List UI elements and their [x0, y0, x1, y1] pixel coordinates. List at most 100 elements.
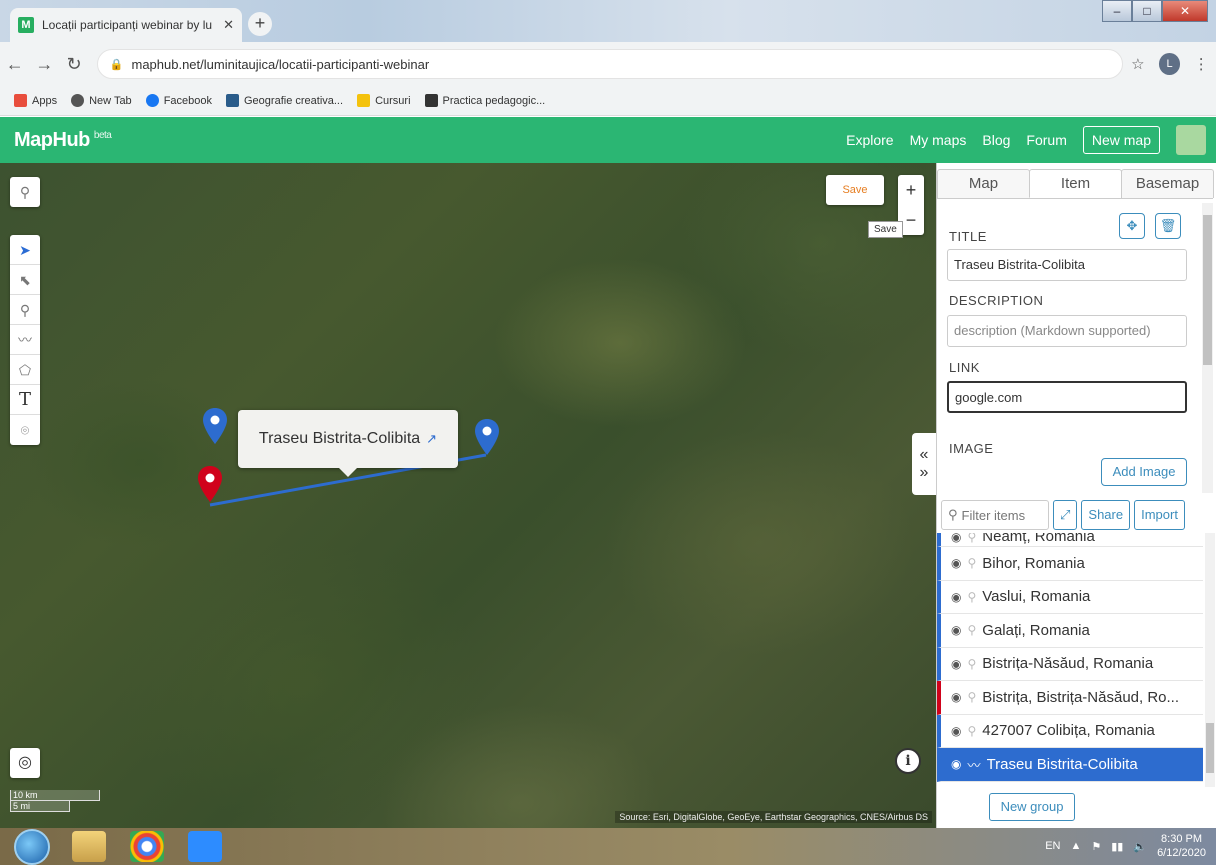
save-button[interactable]: Save — [826, 175, 884, 205]
globe-icon — [71, 94, 85, 107]
camera-tool-icon[interactable]: ⌾ — [10, 415, 40, 445]
tab-map[interactable]: Map — [937, 169, 1030, 198]
eye-icon[interactable]: ◉ — [951, 657, 961, 671]
form-scrollbar[interactable] — [1202, 203, 1213, 493]
list-item[interactable]: ◉ ⚲ Bihor, Romania — [937, 547, 1203, 581]
eye-icon[interactable]: ◉ — [951, 623, 961, 637]
side-panel: Map Item Basemap ✥ 🗑 TITLE Traseu Bistri… — [936, 163, 1216, 828]
feature-popup[interactable]: Traseu Bistrita-Colibita ↗ — [238, 410, 458, 477]
maximize-button[interactable]: □ — [1132, 0, 1162, 22]
file-explorer-icon[interactable] — [72, 831, 106, 862]
eye-icon[interactable]: ◉ — [951, 556, 961, 570]
line-tool-icon[interactable]: 〰 — [10, 325, 40, 355]
new-group-button[interactable]: New group — [989, 793, 1075, 821]
bookmark-practica[interactable]: Practica pedagogic... — [424, 94, 545, 107]
language-indicator[interactable]: EN — [1045, 840, 1060, 852]
tab-item[interactable]: Item — [1029, 169, 1122, 198]
bookmark-cursuri[interactable]: Cursuri — [357, 94, 411, 107]
share-button[interactable]: Share — [1081, 500, 1131, 530]
list-item[interactable]: ◉ ⚲ Galați, Romania — [937, 614, 1203, 648]
locate-button[interactable]: ◎ — [10, 748, 40, 778]
list-item[interactable]: ◉ ⚲ 427007 Colibița, Romania — [937, 714, 1203, 748]
zoom-in-button[interactable]: + — [898, 175, 924, 205]
marker-pin-red-icon[interactable] — [197, 466, 223, 502]
external-link-icon[interactable]: ↗ — [426, 431, 437, 447]
system-tray: EN ▲ ⚑ ▮▮ 🔈 8:30 PM 6/12/2020 — [1045, 832, 1206, 860]
new-map-button[interactable]: New map — [1082, 126, 1160, 154]
description-field[interactable]: description (Markdown supported) — [947, 315, 1187, 347]
tray-arrow-icon[interactable]: ▲ — [1070, 840, 1081, 852]
move-button[interactable]: ✥ — [1119, 213, 1145, 239]
lock-icon: 🔒 — [109, 58, 124, 71]
flag-icon[interactable]: ⚑ — [1091, 840, 1101, 853]
user-avatar[interactable] — [1176, 125, 1206, 155]
filter-input[interactable]: ⚲ Filter items — [941, 500, 1049, 530]
delete-button[interactable]: 🗑 — [1155, 213, 1181, 239]
eye-icon[interactable]: ◉ — [951, 757, 961, 771]
expand-button[interactable]: ⤢ — [1053, 500, 1078, 530]
zoom-app-icon[interactable] — [188, 831, 222, 862]
select-box-icon[interactable]: ⬉ — [10, 265, 40, 295]
pin-icon: ⚲ — [967, 556, 977, 571]
eye-icon[interactable]: ◉ — [951, 533, 961, 544]
info-button[interactable]: i — [895, 748, 921, 774]
bookmark-apps[interactable]: Apps — [14, 94, 57, 107]
link-field[interactable]: google.com — [947, 381, 1187, 413]
list-item-selected[interactable]: ◉ 〰 Traseu Bistrita-Colibita — [937, 748, 1203, 782]
back-icon[interactable]: ← — [0, 54, 30, 75]
items-scrollbar[interactable] — [1205, 533, 1215, 787]
eye-icon[interactable]: ◉ — [951, 724, 961, 738]
marker-tool-icon[interactable]: ⚲ — [10, 295, 40, 325]
profile-avatar[interactable]: L — [1158, 53, 1181, 75]
search-icon[interactable]: ⚲ — [10, 177, 40, 207]
nav-explore[interactable]: Explore — [846, 132, 893, 148]
browser-tab[interactable]: M Locații participanți webinar by lu ✕ — [10, 8, 242, 42]
eye-icon[interactable]: ◉ — [951, 690, 961, 704]
form-scrollbar-thumb[interactable] — [1203, 215, 1212, 365]
maphub-logo[interactable]: MapHub beta — [14, 129, 112, 152]
bookmark-geografie[interactable]: Geografie creativa... — [226, 94, 343, 107]
collapse-left-icon[interactable]: « — [920, 446, 929, 464]
close-tab-icon[interactable]: ✕ — [223, 17, 234, 33]
map-canvas[interactable]: ⚲ ➤ ⬉ ⚲ 〰 ⬠ T ⌾ Save + − Save Traseu Bis… — [0, 163, 936, 828]
text-tool-icon[interactable]: T — [10, 385, 40, 415]
eye-icon[interactable]: ◉ — [951, 590, 961, 604]
title-label: TITLE — [949, 229, 987, 244]
close-window-button[interactable]: ✕ — [1162, 0, 1208, 22]
bookmark-facebook[interactable]: Facebook — [145, 94, 212, 107]
trash-icon: 🗑 — [1159, 218, 1177, 233]
reload-icon[interactable]: ↻ — [59, 54, 89, 75]
minimize-button[interactable]: – — [1102, 0, 1132, 22]
pin-icon: ⚲ — [967, 623, 977, 638]
url-bar[interactable]: 🔒 maphub.net/luminitaujica/locatii-parti… — [96, 49, 1124, 79]
network-icon[interactable]: ▮▮ — [1111, 840, 1123, 853]
marker-pin-icon[interactable] — [202, 408, 228, 444]
expand-right-icon[interactable]: » — [920, 464, 929, 482]
add-image-button[interactable]: Add Image — [1101, 458, 1187, 486]
chrome-icon[interactable] — [130, 831, 164, 862]
nav-blog[interactable]: Blog — [982, 132, 1010, 148]
panel-toggle[interactable]: « » — [912, 433, 936, 495]
marker-pin-icon[interactable] — [474, 419, 500, 455]
volume-icon[interactable]: 🔈 — [1133, 840, 1147, 853]
nav-forum[interactable]: Forum — [1026, 132, 1066, 148]
clock[interactable]: 8:30 PM 6/12/2020 — [1157, 832, 1206, 860]
nav-my-maps[interactable]: My maps — [910, 132, 967, 148]
forward-icon[interactable]: → — [30, 54, 60, 75]
list-item[interactable]: ◉ ⚲ Neamț, Romania — [937, 533, 1203, 547]
select-pointer-icon[interactable]: ➤ — [10, 235, 40, 265]
menu-icon[interactable]: ⋮ — [1186, 55, 1216, 73]
list-item[interactable]: ◉ ⚲ Vaslui, Romania — [937, 580, 1203, 614]
image-label: IMAGE — [949, 441, 994, 456]
title-field[interactable]: Traseu Bistrita-Colibita — [947, 249, 1187, 281]
windows-start-icon[interactable] — [14, 829, 50, 865]
new-tab-button[interactable]: + — [248, 12, 272, 36]
items-scrollbar-thumb[interactable] — [1206, 723, 1214, 773]
bookmark-new-tab[interactable]: New Tab — [71, 94, 132, 107]
tab-basemap[interactable]: Basemap — [1121, 169, 1214, 198]
star-icon[interactable]: ☆ — [1123, 55, 1153, 73]
list-item[interactable]: ◉ ⚲ Bistrița-Năsăud, Romania — [937, 647, 1203, 681]
import-button[interactable]: Import — [1134, 500, 1185, 530]
polygon-tool-icon[interactable]: ⬠ — [10, 355, 40, 385]
list-item[interactable]: ◉ ⚲ Bistrița, Bistrița-Năsăud, Ro... — [937, 681, 1203, 715]
